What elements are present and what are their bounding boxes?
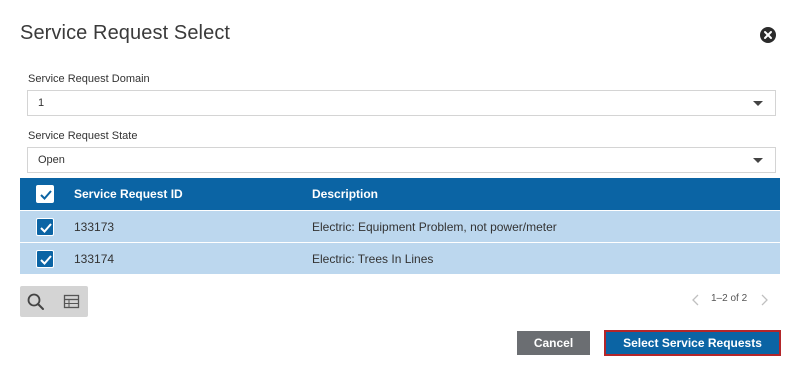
table-row[interactable]: 133173 Electric: Equipment Problem, not … [20,210,780,242]
chevron-left-icon[interactable] [690,293,702,307]
domain-select-value: 1 [38,97,45,109]
chevron-right-icon[interactable] [758,293,770,307]
state-select[interactable]: Open [27,147,776,173]
row-description: Electric: Trees In Lines [312,252,434,266]
grid-toolbar [20,286,88,317]
column-header-description[interactable]: Description [312,187,378,201]
grid-header: Service Request ID Description [20,178,780,210]
close-icon[interactable] [760,27,776,43]
search-icon[interactable] [26,292,46,312]
state-label: Service Request State [28,130,138,142]
service-request-select-dialog: Service Request Select Service Request D… [0,0,800,381]
row-checkbox[interactable] [36,218,54,236]
chevron-down-icon [753,101,763,106]
domain-select[interactable]: 1 [27,90,776,116]
domain-label: Service Request Domain [28,73,150,85]
select-all-checkbox[interactable] [36,185,54,203]
service-request-grid: Service Request ID Description 133173 El… [20,178,780,274]
select-service-requests-button[interactable]: Select Service Requests [604,330,781,356]
column-header-id[interactable]: Service Request ID [74,187,183,201]
table-row[interactable]: 133174 Electric: Trees In Lines [20,242,780,274]
cancel-button[interactable]: Cancel [517,331,590,355]
chevron-down-icon [753,158,763,163]
dialog-title: Service Request Select [20,22,231,44]
row-checkbox[interactable] [36,250,54,268]
row-id: 133173 [74,220,115,234]
state-select-value: Open [38,154,65,166]
row-description: Electric: Equipment Problem, not power/m… [312,220,557,234]
pager-status: 1–2 of 2 [711,293,748,304]
table-icon[interactable] [62,292,82,312]
row-id: 133174 [74,252,115,266]
